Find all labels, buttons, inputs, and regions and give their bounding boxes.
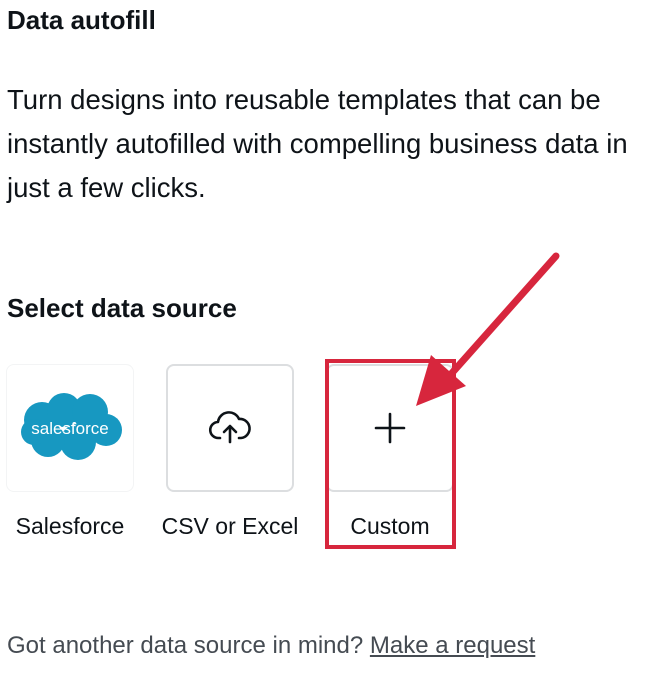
- plus-icon: [374, 412, 406, 444]
- footer-prompt: Got another data source in mind?: [7, 632, 364, 659]
- salesforce-logo-text: salesforce: [31, 419, 108, 438]
- custom-option-label: Custom: [350, 513, 430, 539]
- salesforce-option-label: Salesforce: [15, 513, 125, 539]
- section-heading: Select data source: [7, 293, 237, 323]
- footer-text: Got another data source in mind? Make a …: [7, 628, 535, 664]
- page-title: Data autofill: [7, 5, 156, 35]
- custom-option-card[interactable]: [326, 364, 454, 492]
- salesforce-logo-icon: salesforce: [21, 393, 122, 460]
- salesforce-option-card[interactable]: salesforce: [6, 364, 134, 492]
- make-request-link[interactable]: Make a request: [370, 632, 535, 659]
- page-description: Turn designs into reusable templates tha…: [7, 84, 628, 203]
- cloud-upload-icon: [208, 411, 251, 444]
- csv-excel-option-card[interactable]: [166, 364, 294, 492]
- csv-excel-option-label: CSV or Excel: [161, 513, 299, 539]
